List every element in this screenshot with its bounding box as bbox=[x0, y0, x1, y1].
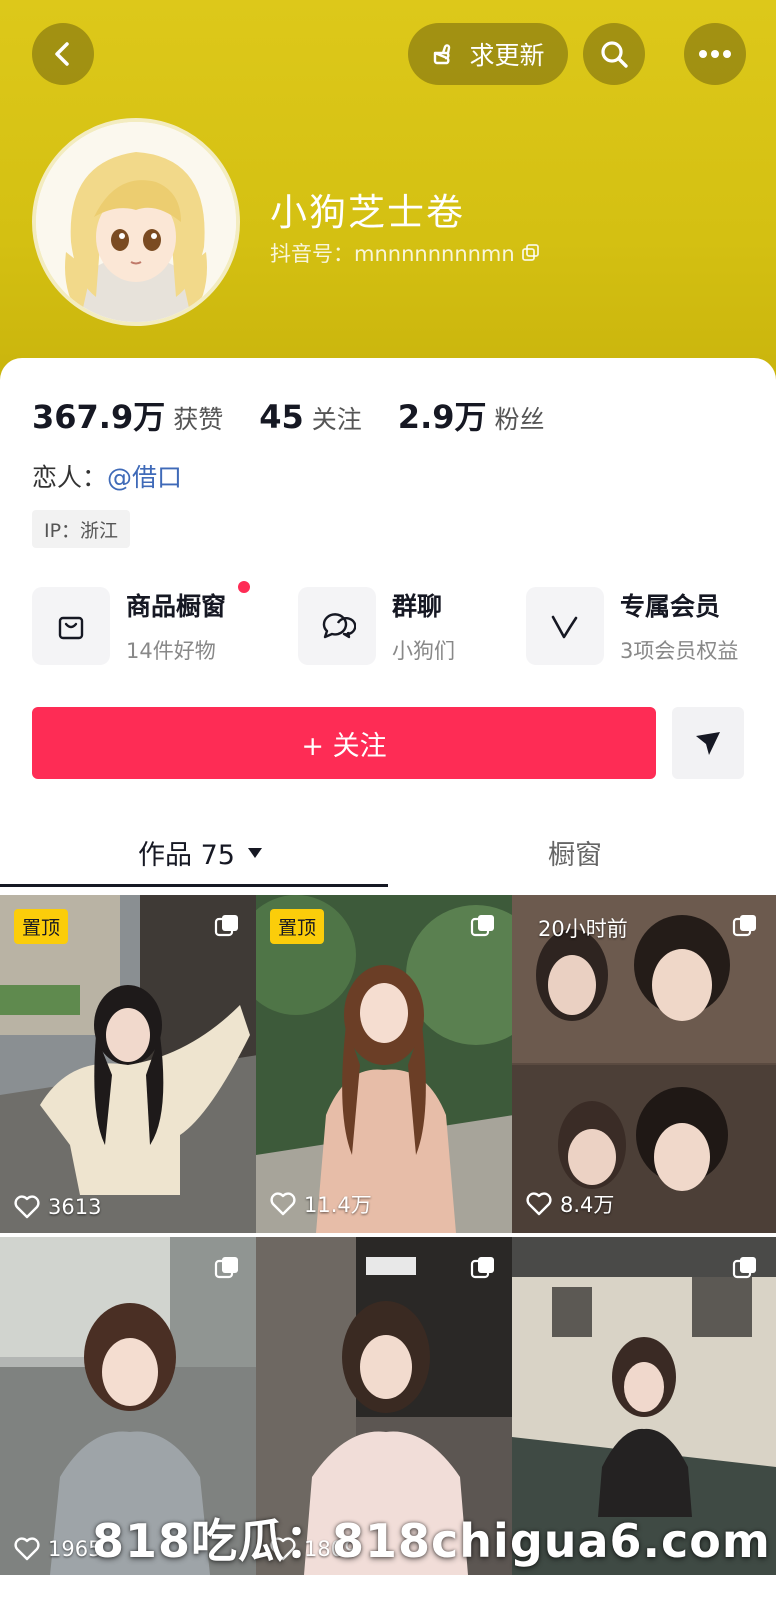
search-icon bbox=[601, 41, 628, 68]
multi-image-icon bbox=[214, 915, 238, 937]
multi-image-icon bbox=[470, 1257, 494, 1279]
service-shop-window[interactable]: 商品橱窗 14件好物 bbox=[32, 581, 250, 665]
couple-selfie-photo bbox=[512, 895, 776, 1233]
service-title: 群聊 bbox=[392, 592, 443, 621]
request-update-button[interactable]: 求更新 bbox=[408, 23, 568, 85]
tab-active-indicator bbox=[0, 884, 388, 887]
like-count: 1965 bbox=[14, 1537, 101, 1561]
vip-v-icon bbox=[526, 587, 604, 665]
service-title: 商品橱窗 bbox=[126, 592, 227, 621]
following-label[interactable]: 关注 bbox=[312, 400, 362, 436]
service-group-chat[interactable]: 群聊 小狗们 bbox=[298, 587, 455, 665]
like-count-text: 11.4万 bbox=[304, 1193, 372, 1217]
search-button[interactable] bbox=[583, 23, 645, 85]
heart-icon bbox=[526, 1192, 552, 1216]
multi-image-icon bbox=[214, 1257, 238, 1279]
site-watermark: 818吃瓜：818chigua6.com bbox=[92, 1514, 771, 1568]
more-button[interactable] bbox=[684, 23, 746, 85]
douyin-id-text: 抖音号：mnnnnnnnnmn bbox=[270, 242, 515, 266]
service-subtitle: 小狗们 bbox=[392, 639, 455, 663]
pinned-badge: 置顶 bbox=[270, 909, 325, 944]
multi-image-icon bbox=[470, 915, 494, 937]
like-count: 8.4万 bbox=[526, 1189, 614, 1219]
follow-button[interactable]: + 关注 bbox=[32, 707, 656, 779]
pinned-badge: 置顶 bbox=[14, 909, 69, 944]
tab-shop-window-label: 橱窗 bbox=[548, 840, 602, 871]
service-subtitle: 14件好物 bbox=[126, 639, 216, 663]
send-arrow-icon bbox=[696, 732, 720, 755]
street-girl-photo bbox=[0, 895, 258, 1233]
avatar[interactable] bbox=[32, 118, 240, 326]
service-title: 专属会员 bbox=[620, 592, 721, 621]
heart-icon bbox=[270, 1192, 296, 1216]
tab-works-label: 作品 75 bbox=[138, 840, 235, 871]
lover-mention-link[interactable]: @借口 bbox=[107, 463, 182, 492]
bio-lover: 恋人：@借口 bbox=[32, 458, 182, 494]
like-count: 11.4万 bbox=[270, 1189, 372, 1219]
video-thumbnail[interactable]: 置顶 3613 bbox=[0, 895, 258, 1233]
service-membership[interactable]: 专属会员 3项会员权益 bbox=[526, 587, 738, 665]
more-dots-icon bbox=[699, 50, 731, 58]
like-count-text: 3613 bbox=[48, 1195, 102, 1219]
heart-icon bbox=[14, 1537, 40, 1561]
likes-count: 367.9万 bbox=[32, 398, 166, 436]
share-button[interactable] bbox=[672, 707, 744, 779]
tab-shop-window[interactable]: 橱窗 bbox=[548, 833, 602, 872]
copy-icon[interactable] bbox=[521, 243, 541, 263]
like-count-text: 8.4万 bbox=[560, 1193, 615, 1217]
shop-bag-icon bbox=[32, 587, 110, 665]
lover-prefix: 恋人： bbox=[32, 463, 108, 492]
multi-image-icon bbox=[732, 1257, 756, 1279]
back-button[interactable] bbox=[32, 23, 94, 85]
anime-girl-avatar-image bbox=[36, 122, 236, 322]
video-thumbnail[interactable]: 20小时前 8.4万 bbox=[512, 895, 776, 1233]
video-thumbnail[interactable]: 置顶 11.4万 bbox=[256, 895, 514, 1233]
following-count[interactable]: 45 bbox=[259, 398, 304, 436]
pointing-hand-icon bbox=[434, 44, 451, 65]
tab-works[interactable]: 作品 75 bbox=[138, 833, 263, 872]
service-subtitle: 3项会员权益 bbox=[620, 639, 739, 663]
post-time-label: 20小时前 bbox=[538, 917, 628, 941]
followers-count[interactable]: 2.9万 bbox=[398, 392, 487, 438]
like-count: 3613 bbox=[14, 1195, 101, 1219]
chevron-left-icon bbox=[55, 42, 69, 66]
likes-label: 获赞 bbox=[173, 405, 224, 434]
notification-dot bbox=[238, 581, 250, 593]
chat-bubbles-icon bbox=[298, 587, 376, 665]
ip-location-tag: IP：浙江 bbox=[32, 510, 131, 548]
request-update-label: 求更新 bbox=[469, 41, 545, 70]
multi-image-icon bbox=[732, 915, 756, 937]
caret-down-icon bbox=[247, 847, 262, 858]
douyin-id: 抖音号：mnnnnnnnnmn bbox=[270, 238, 541, 268]
stats-row: 367.9万 获赞 45 关注 2.9万 粉丝 bbox=[32, 392, 581, 438]
followers-label[interactable]: 粉丝 bbox=[495, 400, 545, 436]
park-girl-photo bbox=[256, 895, 514, 1233]
nickname: 小狗芝士卷 bbox=[270, 191, 465, 234]
heart-icon bbox=[14, 1195, 40, 1219]
